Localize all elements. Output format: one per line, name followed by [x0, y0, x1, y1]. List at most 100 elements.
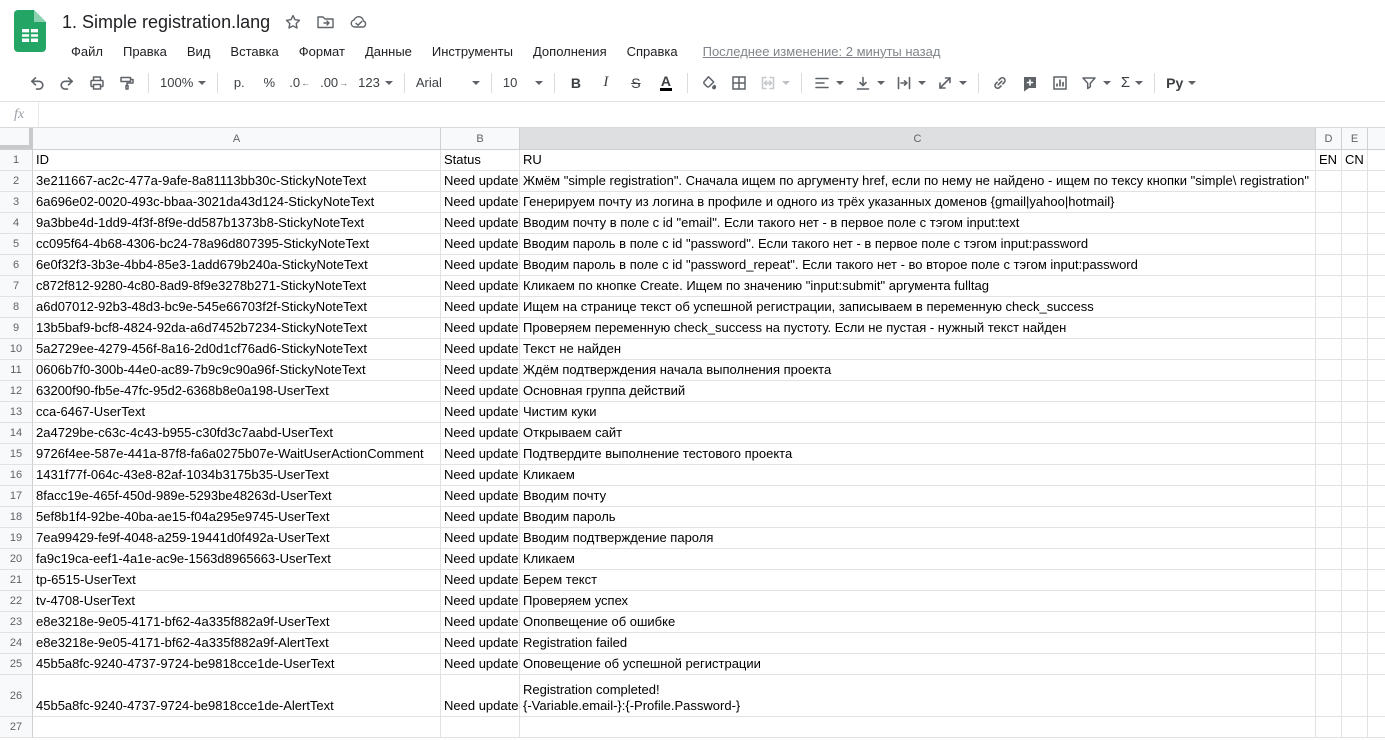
cell-E13[interactable] [1342, 402, 1368, 423]
cell-D7[interactable] [1316, 276, 1342, 297]
menu-file[interactable]: Файл [62, 40, 112, 63]
row-header-16[interactable]: 16 [0, 465, 33, 486]
row-header-6[interactable]: 6 [0, 255, 33, 276]
row-header-25[interactable]: 25 [0, 654, 33, 675]
cell-A7[interactable]: c872f812-9280-4c80-8ad9-8f9e3278b271-Sti… [33, 276, 441, 297]
row-header-19[interactable]: 19 [0, 528, 33, 549]
cell-filler[interactable] [1368, 402, 1385, 423]
decrease-decimal-button[interactable]: .0← [286, 69, 313, 97]
cell-A17[interactable]: 8facc19e-465f-450d-989e-5293be48263d-Use… [33, 486, 441, 507]
row-header-10[interactable]: 10 [0, 339, 33, 360]
cell-B2[interactable]: Need update [441, 171, 520, 192]
cell-E21[interactable] [1342, 570, 1368, 591]
menu-help[interactable]: Справка [618, 40, 687, 63]
cell-B13[interactable]: Need update [441, 402, 520, 423]
insert-link-button[interactable] [987, 69, 1013, 97]
column-header-a[interactable]: A [33, 128, 441, 150]
cell-E25[interactable] [1342, 654, 1368, 675]
row-header-17[interactable]: 17 [0, 486, 33, 507]
cell-C21[interactable]: Берем текст [520, 570, 1316, 591]
cell-B23[interactable]: Need update [441, 612, 520, 633]
cell-A19[interactable]: 7ea99429-fe9f-4048-a259-19441d0f492a-Use… [33, 528, 441, 549]
cell-A8[interactable]: a6d07012-92b3-48d3-bc9e-545e66703f2f-Sti… [33, 297, 441, 318]
cell-C3[interactable]: Генерируем почту из логина в профиле и о… [520, 192, 1316, 213]
cell-filler[interactable] [1368, 444, 1385, 465]
row-header-3[interactable]: 3 [0, 192, 33, 213]
cell-C18[interactable]: Вводим пароль [520, 507, 1316, 528]
cell-A13[interactable]: cca-6467-UserText [33, 402, 441, 423]
cell-C12[interactable]: Основная группа действий [520, 381, 1316, 402]
cell-B5[interactable]: Need update [441, 234, 520, 255]
menu-data[interactable]: Данные [356, 40, 421, 63]
input-tools-select[interactable]: Ру [1163, 69, 1199, 97]
cell-D11[interactable] [1316, 360, 1342, 381]
zoom-select[interactable]: 100% [157, 69, 209, 97]
cell-D15[interactable] [1316, 444, 1342, 465]
cell-A10[interactable]: 5a2729ee-4279-456f-8a16-2d0d1cf76ad6-Sti… [33, 339, 441, 360]
menu-view[interactable]: Вид [178, 40, 220, 63]
cell-B16[interactable]: Need update [441, 465, 520, 486]
cell-D12[interactable] [1316, 381, 1342, 402]
row-header-14[interactable]: 14 [0, 423, 33, 444]
cell-filler[interactable] [1368, 150, 1385, 171]
horizontal-align-select[interactable] [810, 69, 847, 97]
fill-color-button[interactable] [696, 69, 722, 97]
cell-A2[interactable]: 3e211667-ac2c-477a-9afe-8a81113bb30c-Sti… [33, 171, 441, 192]
cell-C7[interactable]: Кликаем по кнопке Create. Ищем по значен… [520, 276, 1316, 297]
cell-E26[interactable] [1342, 675, 1368, 717]
cell-C22[interactable]: Проверяем успех [520, 591, 1316, 612]
row-header-18[interactable]: 18 [0, 507, 33, 528]
cell-C10[interactable]: Текст не найден [520, 339, 1316, 360]
cell-D26[interactable] [1316, 675, 1342, 717]
cell-B8[interactable]: Need update [441, 297, 520, 318]
cell-C5[interactable]: Вводим пароль в поле с id "password". Ес… [520, 234, 1316, 255]
text-rotation-select[interactable] [933, 69, 970, 97]
cell-C19[interactable]: Вводим подтверждение пароля [520, 528, 1316, 549]
menu-addons[interactable]: Дополнения [524, 40, 616, 63]
cell-A5[interactable]: cc095f64-4b68-4306-bc24-78a96d807395-Sti… [33, 234, 441, 255]
cell-D16[interactable] [1316, 465, 1342, 486]
row-header-27[interactable]: 27 [0, 717, 33, 738]
cell-B6[interactable]: Need update [441, 255, 520, 276]
cell-filler[interactable] [1368, 528, 1385, 549]
cell-filler[interactable] [1368, 234, 1385, 255]
cell-D19[interactable] [1316, 528, 1342, 549]
paint-format-button[interactable] [114, 69, 140, 97]
undo-button[interactable] [24, 69, 50, 97]
more-formats-select[interactable]: 123 [355, 69, 396, 97]
cell-B14[interactable]: Need update [441, 423, 520, 444]
cell-A3[interactable]: 6a696e02-0020-493c-bbaa-3021da43d124-Sti… [33, 192, 441, 213]
cell-filler[interactable] [1368, 633, 1385, 654]
row-header-13[interactable]: 13 [0, 402, 33, 423]
percent-format-button[interactable]: % [256, 69, 282, 97]
cell-A22[interactable]: tv-4708-UserText [33, 591, 441, 612]
cell-C17[interactable]: Вводим почту [520, 486, 1316, 507]
cell-D20[interactable] [1316, 549, 1342, 570]
row-header-1[interactable]: 1 [0, 150, 33, 171]
cell-filler[interactable] [1368, 381, 1385, 402]
cell-B25[interactable]: Need update [441, 654, 520, 675]
bold-button[interactable]: B [563, 69, 589, 97]
menu-format[interactable]: Формат [290, 40, 354, 63]
filter-button[interactable] [1077, 69, 1114, 97]
cell-D23[interactable] [1316, 612, 1342, 633]
cell-E5[interactable] [1342, 234, 1368, 255]
cell-E12[interactable] [1342, 381, 1368, 402]
cell-filler[interactable] [1368, 360, 1385, 381]
cell-E22[interactable] [1342, 591, 1368, 612]
row-header-22[interactable]: 22 [0, 591, 33, 612]
formula-input[interactable] [39, 102, 1385, 127]
cell-B22[interactable]: Need update [441, 591, 520, 612]
cell-E14[interactable] [1342, 423, 1368, 444]
print-button[interactable] [84, 69, 110, 97]
cell-filler[interactable] [1368, 423, 1385, 444]
row-header-21[interactable]: 21 [0, 570, 33, 591]
cell-filler[interactable] [1368, 276, 1385, 297]
cell-filler[interactable] [1368, 318, 1385, 339]
row-header-5[interactable]: 5 [0, 234, 33, 255]
cell-C26[interactable]: Registration completed! {-Variable.email… [520, 675, 1316, 717]
text-wrap-select[interactable] [892, 69, 929, 97]
cell-B1[interactable]: Status [441, 150, 520, 171]
cell-A21[interactable]: tp-6515-UserText [33, 570, 441, 591]
cell-C2[interactable]: Жмём "simple registration". Сначала ищем… [520, 171, 1316, 192]
